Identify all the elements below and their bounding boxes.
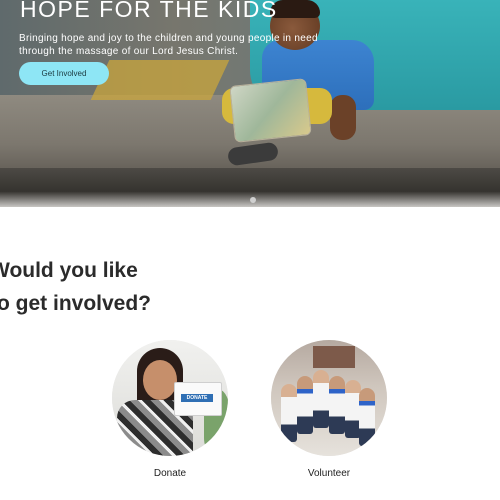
section-heading-line-2: to get involved? (0, 292, 152, 315)
volunteer-photo-person (329, 376, 345, 434)
hero-photo-bundle (229, 78, 312, 143)
volunteer-photo-person (313, 370, 329, 428)
volunteer-photo-window (313, 346, 355, 368)
donate-image[interactable]: DONATE (112, 340, 228, 456)
donate-label[interactable]: Donate (112, 468, 228, 479)
section-heading-line-1: Would you like (0, 259, 138, 282)
donate-option[interactable]: DONATE Donate (112, 340, 228, 479)
carousel-indicator-dot[interactable] (250, 197, 256, 203)
donate-photo-face (143, 360, 177, 400)
hero-description: Bringing hope and joy to the children an… (19, 33, 318, 57)
volunteer-label[interactable]: Volunteer (271, 468, 387, 479)
hero-title: HOPE FOR THE KIDS (20, 0, 278, 22)
hero-yellow-stripe (90, 60, 230, 100)
volunteer-option[interactable]: Volunteer (271, 340, 387, 479)
volunteer-image[interactable] (271, 340, 387, 456)
hero-banner: HOPE FOR THE KIDS Bringing hope and joy … (0, 0, 500, 207)
volunteer-photo-person (281, 384, 297, 442)
volunteer-photo-person (359, 388, 375, 446)
volunteer-photo-person (297, 376, 313, 434)
donate-box-label: DONATE (181, 394, 213, 402)
get-involved-button[interactable]: Get Involved (19, 62, 109, 85)
section-heading: Would you like to get involved? (0, 254, 151, 320)
hero-photo-boy-leg (330, 95, 356, 140)
